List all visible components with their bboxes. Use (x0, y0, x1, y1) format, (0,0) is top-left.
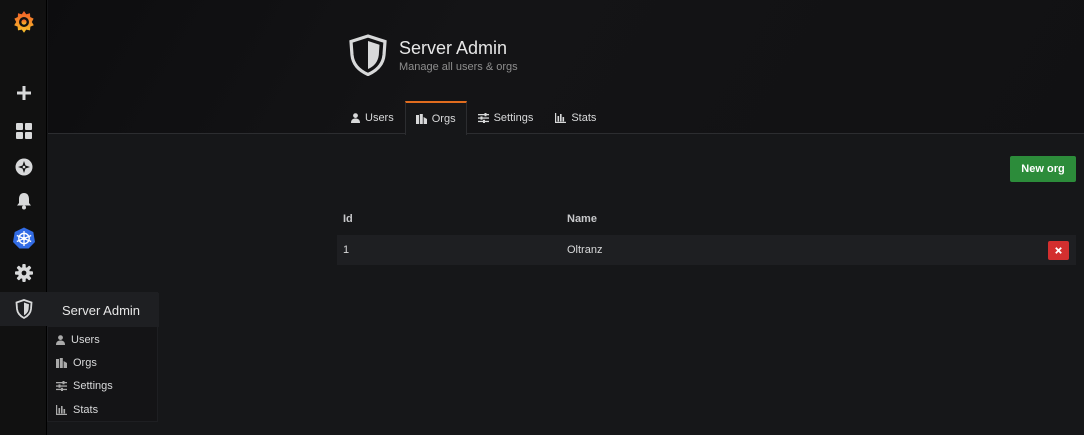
tab-label: Stats (571, 112, 597, 124)
building-icon (56, 358, 67, 368)
tab-bar: Users Orgs Settings Stats (340, 101, 607, 135)
tab-orgs[interactable]: Orgs (404, 101, 467, 135)
flyout-item-label: Orgs (73, 357, 97, 369)
delete-org-button[interactable] (1048, 241, 1069, 260)
page-title: Server Admin (399, 38, 508, 58)
server-admin-flyout: Server Admin Users Orgs Settings Stats (47, 292, 159, 422)
new-org-button[interactable]: New org (1010, 156, 1076, 182)
flyout-item-label: Settings (73, 380, 113, 392)
flyout-item-stats[interactable]: Stats (56, 400, 98, 420)
sidebar-item-explore[interactable] (0, 150, 47, 184)
org-name-cell[interactable]: Oltranz (567, 235, 602, 265)
flyout-item-users[interactable]: Users (56, 330, 100, 350)
grafana-logo-icon (13, 11, 34, 33)
gear-icon (14, 264, 33, 282)
flyout-title[interactable]: Server Admin (48, 293, 159, 327)
flyout-item-label: Stats (73, 404, 99, 416)
column-header-id: Id (343, 213, 353, 225)
user-icon (351, 113, 360, 123)
bell-icon (16, 193, 31, 210)
tab-label: Orgs (431, 113, 456, 125)
sliders-icon (56, 381, 67, 391)
header-shield-icon (348, 34, 388, 81)
tab-label: Settings (493, 112, 534, 124)
shield-icon (349, 34, 387, 77)
sliders-icon (477, 113, 489, 123)
sidebar-item-create[interactable] (0, 76, 47, 110)
user-icon (56, 335, 65, 345)
kubernetes-icon (12, 227, 35, 249)
tab-stats[interactable]: Stats (544, 101, 607, 134)
bar-chart-icon (555, 113, 567, 123)
table-row[interactable]: 1 Oltranz (337, 235, 1076, 265)
compass-icon (15, 158, 32, 176)
flyout-item-label: Users (71, 334, 100, 346)
shield-icon (15, 299, 32, 319)
sidebar-item-alerting[interactable] (0, 184, 47, 218)
sidebar-item-configuration[interactable] (0, 256, 47, 290)
grafana-logo[interactable] (0, 5, 47, 39)
column-header-name: Name (567, 213, 597, 225)
sidebar-item-server-admin[interactable] (0, 292, 47, 326)
tab-settings[interactable]: Settings (467, 101, 545, 134)
org-id-cell[interactable]: 1 (343, 235, 349, 265)
tab-label: Users (365, 112, 394, 124)
bar-chart-icon (56, 405, 67, 415)
flyout-item-settings[interactable]: Settings (56, 376, 113, 396)
flyout-item-orgs[interactable]: Orgs (56, 353, 97, 373)
page-subtitle: Manage all users & orgs (399, 61, 518, 73)
building-icon (415, 114, 427, 124)
app-root: Server Admin Manage all users & orgs Use… (0, 0, 1084, 435)
page-header: Server Admin Manage all users & orgs Use… (48, 0, 1084, 135)
grid-icon (15, 123, 32, 139)
close-icon (1055, 247, 1062, 254)
sidebar-item-kubernetes[interactable] (0, 221, 47, 255)
sidebar (0, 0, 47, 435)
sidebar-item-dashboards[interactable] (0, 114, 47, 148)
plus-icon (16, 86, 31, 100)
tab-users[interactable]: Users (340, 101, 405, 134)
